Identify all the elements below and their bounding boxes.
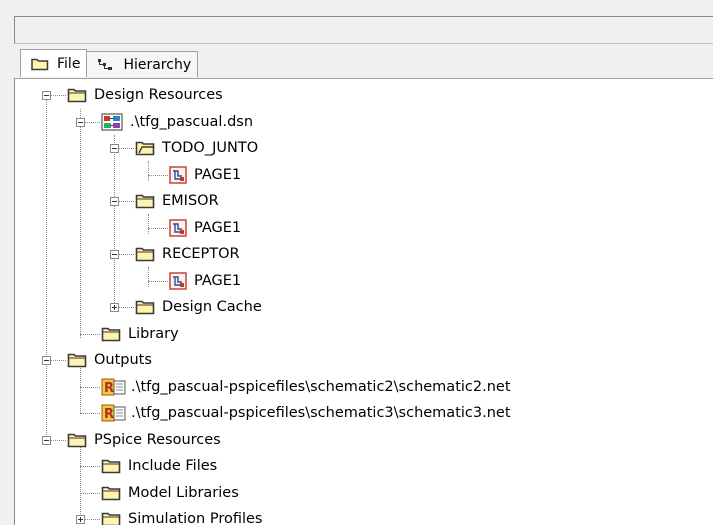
collapse-toggle-outputs[interactable]	[42, 356, 51, 365]
tree-item-dsn-file[interactable]: .\tfg_pascual.dsn	[101, 109, 253, 135]
tree-item-design-resources[interactable]: Design Resources	[67, 82, 223, 108]
folder-icon	[101, 458, 121, 474]
expand-toggle-design-cache[interactable]	[110, 303, 119, 312]
collapse-toggle-design-resources[interactable]	[42, 91, 51, 100]
tree-item-receptor[interactable]: RECEPTOR	[135, 241, 240, 267]
tree-item-label: .\tfg_pascual.dsn	[130, 114, 254, 130]
tree-item-outputs[interactable]: Outputs	[67, 347, 152, 373]
tree-item-output-netlist-1[interactable]: R .\tfg_pascual-pspicefiles\schematic2\s…	[101, 374, 511, 400]
collapse-toggle-todo-junto[interactable]	[110, 144, 119, 153]
netlist-report-icon: R	[101, 378, 127, 396]
tree-item-include-files[interactable]: Include Files	[101, 453, 217, 479]
tree-item-label: Design Cache	[162, 299, 262, 315]
tree-item-label: PAGE1	[194, 273, 242, 289]
tree-item-emisor[interactable]: EMISOR	[135, 188, 219, 214]
project-tree: Design Resources .\tfg_pascual.dsn TODO_…	[14, 78, 713, 525]
folder-icon	[101, 485, 121, 501]
collapse-toggle-pspice-resources[interactable]	[42, 436, 51, 445]
tree-item-emisor-page1[interactable]: PAGE1	[169, 215, 241, 241]
tree-item-label: PAGE1	[194, 167, 242, 183]
folder-icon	[67, 432, 87, 448]
folder-icon	[67, 352, 87, 368]
tree-item-label: Design Resources	[94, 87, 223, 103]
tree-connector	[114, 135, 115, 311]
tree-item-library[interactable]: Library	[101, 321, 179, 347]
tree-item-label: RECEPTOR	[162, 246, 240, 262]
folder-icon	[101, 511, 121, 525]
tree-item-receptor-page1[interactable]: PAGE1	[169, 268, 241, 294]
tree-item-label: PAGE1	[194, 220, 242, 236]
folder-icon	[67, 87, 87, 103]
tab-hierarchy[interactable]: Hierarchy	[86, 51, 199, 77]
folder-icon	[135, 246, 155, 262]
tree-item-label: .\tfg_pascual-pspicefiles\schematic3\sch…	[131, 405, 511, 421]
netlist-report-icon: R	[101, 404, 127, 422]
tree-item-model-libraries[interactable]: Model Libraries	[101, 480, 239, 506]
tree-connector	[80, 466, 100, 467]
design-file-icon	[101, 113, 123, 131]
tab-hierarchy-label: Hierarchy	[123, 56, 192, 73]
tree-item-label: Outputs	[94, 352, 152, 368]
project-manager-window: File Hierarchy Design Resources .\tfg_pa…	[0, 0, 713, 525]
tree-item-label: TODO_JUNTO	[162, 140, 259, 156]
collapse-toggle-receptor[interactable]	[110, 250, 119, 259]
folder-icon	[135, 299, 155, 315]
collapse-toggle-dsn[interactable]	[76, 118, 85, 127]
tree-connector	[80, 493, 100, 494]
tree-item-output-netlist-2[interactable]: R .\tfg_pascual-pspicefiles\schematic3\s…	[101, 400, 511, 426]
tree-item-todo-junto-page1[interactable]: PAGE1	[169, 162, 241, 188]
folder-icon	[101, 326, 121, 342]
tree-connector	[148, 161, 149, 181]
tree-connector	[80, 334, 100, 335]
tree-connector	[80, 413, 100, 414]
tree-connector	[148, 267, 149, 287]
tree-item-label: EMISOR	[162, 193, 219, 209]
expand-toggle-simulation-profiles[interactable]	[76, 515, 85, 524]
schematic-page-icon	[169, 219, 187, 237]
tree-connector	[46, 95, 47, 441]
tree-connector	[148, 281, 168, 282]
tree-connector	[148, 214, 149, 234]
tree-item-label: Model Libraries	[128, 485, 239, 501]
tree-item-label: Simulation Profiles	[128, 511, 263, 525]
tree-item-simulation-profiles[interactable]: Simulation Profiles	[101, 506, 263, 525]
tree-connector	[148, 228, 168, 229]
tree-connector	[148, 175, 168, 176]
tree-connector	[80, 109, 81, 338]
schematic-page-icon	[169, 272, 187, 290]
svg-text:R: R	[104, 407, 114, 422]
tree-item-label: .\tfg_pascual-pspicefiles\schematic2\sch…	[131, 379, 511, 395]
tree-item-design-cache[interactable]: Design Cache	[135, 294, 262, 320]
tab-file-label: File	[57, 55, 81, 72]
schematic-page-icon	[169, 166, 187, 184]
tab-strip: File Hierarchy	[20, 49, 199, 79]
svg-text:R: R	[104, 381, 114, 396]
tree-item-todo-junto[interactable]: TODO_JUNTO	[135, 135, 258, 161]
tree-item-label: Include Files	[128, 458, 218, 474]
folder-icon	[135, 193, 155, 209]
tree-connector	[80, 387, 100, 388]
tree-item-pspice-resources[interactable]: PSpice Resources	[67, 427, 221, 453]
hierarchy-icon	[97, 58, 115, 72]
tab-file[interactable]: File	[20, 49, 88, 77]
window-title-bar[interactable]	[14, 16, 713, 44]
tree-item-label: PSpice Resources	[94, 432, 221, 448]
collapse-toggle-emisor[interactable]	[110, 197, 119, 206]
open-folder-icon	[135, 140, 155, 156]
tree-item-label: Library	[128, 326, 179, 342]
folder-icon	[31, 57, 49, 71]
